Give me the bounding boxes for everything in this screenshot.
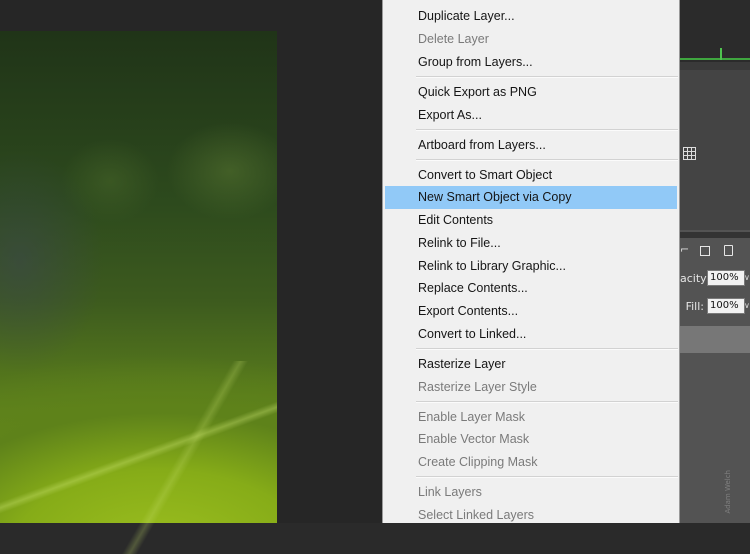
fill-label: Fill: (685, 300, 704, 313)
histogram-spike (720, 48, 722, 60)
fill-dropdown-icon[interactable]: ∨ (744, 301, 750, 310)
panel-divider (680, 62, 750, 70)
menu-item-enable-layer-mask[interactable]: Enable Layer Mask (383, 406, 679, 429)
menu-separator (416, 129, 678, 131)
opacity-label: acity: (680, 272, 710, 285)
layer-context-menu: Duplicate Layer... Delete Layer Group fr… (382, 0, 680, 523)
opacity-input[interactable]: 100% (707, 270, 745, 286)
selected-layer-row[interactable] (680, 326, 750, 353)
menu-separator (416, 76, 678, 78)
grid-icon[interactable] (683, 147, 696, 160)
menu-item-create-clipping-mask[interactable]: Create Clipping Mask (383, 451, 679, 474)
histogram-panel (680, 0, 750, 62)
opacity-dropdown-icon[interactable]: ∨ (744, 273, 750, 282)
menu-item-convert-to-smart-object[interactable]: Convert to Smart Object (383, 164, 679, 187)
menu-item-relink-to-file[interactable]: Relink to File... (383, 232, 679, 255)
menu-item-export-as[interactable]: Export As... (383, 104, 679, 127)
menu-item-rasterize-layer-style[interactable]: Rasterize Layer Style (383, 376, 679, 399)
menu-item-convert-to-linked[interactable]: Convert to Linked... (383, 323, 679, 346)
menu-item-relink-to-library-graphic[interactable]: Relink to Library Graphic... (383, 255, 679, 278)
menu-separator (416, 476, 678, 478)
menu-item-rasterize-layer[interactable]: Rasterize Layer (383, 353, 679, 376)
menu-item-export-contents[interactable]: Export Contents... (383, 300, 679, 323)
lock-artboard-icon[interactable] (724, 245, 733, 256)
menu-item-group-from-layers[interactable]: Group from Layers... (383, 51, 679, 74)
menu-item-duplicate-layer[interactable]: Duplicate Layer... (383, 5, 679, 28)
menu-separator (416, 401, 678, 403)
histogram-baseline (680, 58, 750, 60)
fill-input[interactable]: 100% (707, 298, 745, 314)
watermark: Adam Welch (724, 470, 732, 514)
menu-item-select-linked-layers[interactable]: Select Linked Layers (383, 504, 679, 527)
menu-item-edit-contents[interactable]: Edit Contents (383, 209, 679, 232)
menu-item-quick-export-png[interactable]: Quick Export as PNG (383, 81, 679, 104)
right-panel-dock: ⌐ acity: 100% ∨ Fill: 100% ∨ (680, 0, 750, 523)
menu-separator (416, 159, 678, 161)
lock-position-icon[interactable] (700, 246, 710, 256)
leaf-texture (0, 361, 277, 554)
filter-icon[interactable]: ⌐ (680, 243, 689, 256)
menu-item-delete-layer[interactable]: Delete Layer (383, 28, 679, 51)
menu-item-artboard-from-layers[interactable]: Artboard from Layers... (383, 134, 679, 157)
menu-item-link-layers[interactable]: Link Layers (383, 481, 679, 504)
menu-separator (416, 348, 678, 350)
menu-item-enable-vector-mask[interactable]: Enable Vector Mask (383, 428, 679, 451)
menu-item-new-smart-object-via-copy[interactable]: New Smart Object via Copy (385, 186, 677, 209)
canvas-image[interactable] (0, 31, 277, 554)
menu-item-replace-contents[interactable]: Replace Contents... (383, 277, 679, 300)
